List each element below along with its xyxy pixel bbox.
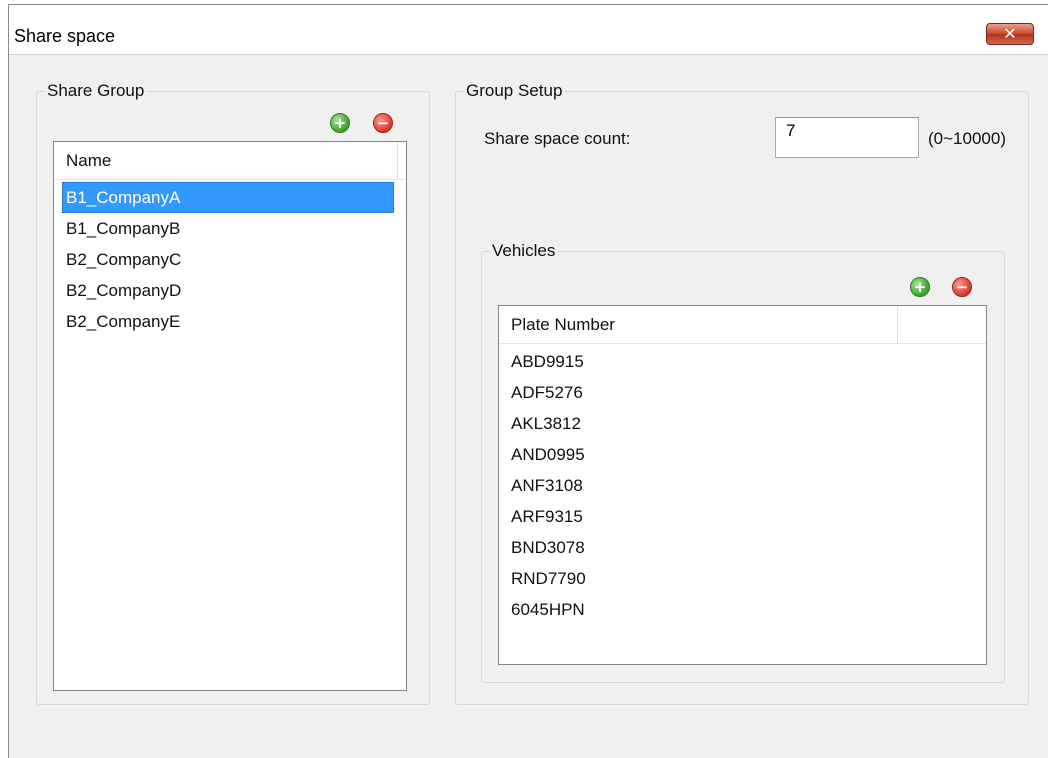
table-row[interactable]: ADF5276 xyxy=(499,377,986,408)
add-group-button[interactable]: + xyxy=(330,113,350,133)
list-item[interactable]: B2_CompanyE xyxy=(54,306,406,337)
vehicles-list[interactable]: Plate Number ABD9915 ADF5276 AKL3812 AND… xyxy=(498,305,987,665)
share-space-count-input[interactable]: 7 xyxy=(775,117,919,158)
table-row[interactable]: 6045HPN xyxy=(499,594,986,625)
remove-vehicle-button[interactable]: − xyxy=(952,277,972,297)
minus-icon: − xyxy=(955,277,969,296)
table-row[interactable]: ABD9915 xyxy=(499,346,986,377)
table-row[interactable]: ARF9315 xyxy=(499,501,986,532)
add-vehicle-button[interactable]: + xyxy=(910,277,930,297)
list-item[interactable]: B1_CompanyB xyxy=(54,213,406,244)
close-icon: ✕ xyxy=(1003,24,1017,43)
share-group-list[interactable]: Name B1_CompanyA B1_CompanyB B2_CompanyC… xyxy=(53,141,407,691)
vehicle-rows: ABD9915 ADF5276 AKL3812 AND0995 ANF3108 … xyxy=(499,346,986,625)
list-item[interactable]: B2_CompanyD xyxy=(54,275,406,306)
list-header: Name xyxy=(54,142,406,180)
list-item[interactable]: B1_CompanyA xyxy=(62,182,394,213)
share-space-count-range: (0~10000) xyxy=(928,129,1006,148)
share-space-dialog: Share space ✕ Share Group + − Name B1_Co… xyxy=(8,4,1048,758)
table-row[interactable]: ANF3108 xyxy=(499,470,986,501)
group-setup-legend: Group Setup xyxy=(464,81,565,101)
group-rows: B1_CompanyA B1_CompanyB B2_CompanyC B2_C… xyxy=(54,182,406,337)
list-item[interactable]: B2_CompanyC xyxy=(54,244,406,275)
share-space-count-label: Share space count: xyxy=(484,129,631,148)
column-header-plate-number[interactable]: Plate Number xyxy=(499,306,898,344)
column-header-filler xyxy=(898,306,986,344)
remove-group-button[interactable]: − xyxy=(373,113,393,133)
list-header: Plate Number xyxy=(499,306,986,344)
window-title: Share space xyxy=(14,26,116,46)
column-header-name[interactable]: Name xyxy=(54,142,398,180)
table-row[interactable]: BND3078 xyxy=(499,532,986,563)
table-row[interactable]: RND7790 xyxy=(499,563,986,594)
share-group-legend: Share Group xyxy=(45,81,147,101)
title-bar: Share space ✕ xyxy=(9,5,1048,55)
plus-icon: + xyxy=(913,277,927,296)
plus-icon: + xyxy=(333,113,347,132)
close-button[interactable]: ✕ xyxy=(986,23,1034,45)
table-row[interactable]: AKL3812 xyxy=(499,408,986,439)
minus-icon: − xyxy=(376,113,390,132)
vehicles-legend: Vehicles xyxy=(490,241,558,261)
table-row[interactable]: AND0995 xyxy=(499,439,986,470)
